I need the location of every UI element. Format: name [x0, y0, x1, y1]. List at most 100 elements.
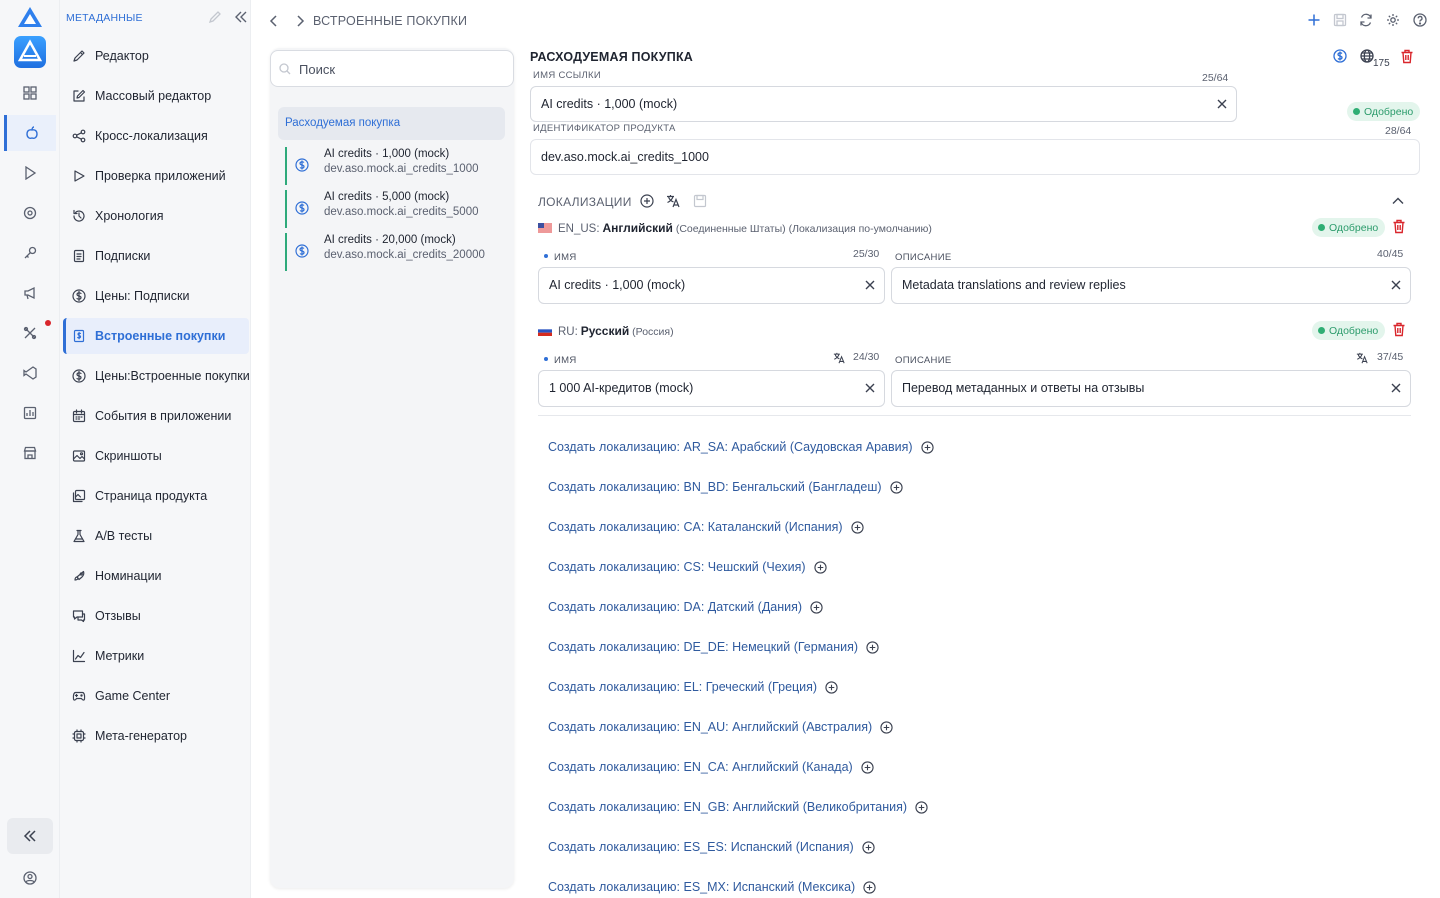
- sidebar-item-18[interactable]: Мета-генератор: [63, 718, 249, 754]
- create-localization-link[interactable]: Создать локализацию: AR_SA: Арабский (Са…: [548, 440, 934, 454]
- apps-grid-icon[interactable]: [4, 75, 56, 111]
- app-icon[interactable]: [14, 36, 46, 68]
- list-item[interactable]: AI credits · 5,000 (mock) dev.aso.mock.ai…: [285, 190, 505, 228]
- sidebar-item-label: Редактор: [95, 49, 149, 63]
- refresh-icon[interactable]: [1359, 13, 1373, 27]
- chart-icon: [72, 649, 86, 663]
- create-localization-link[interactable]: Создать локализацию: CA: Каталанский (Ис…: [548, 520, 864, 534]
- clear-icon[interactable]: [864, 279, 876, 291]
- sidebar-item-4[interactable]: Проверка приложений: [63, 158, 249, 194]
- create-localization-link[interactable]: Создать локализацию: EN_CA: Английский (…: [548, 760, 874, 774]
- translate-description-button[interactable]: [1356, 352, 1368, 367]
- sidebar-item-12[interactable]: Страница продукта: [63, 478, 249, 514]
- sidebar-item-7[interactable]: Цены: Подписки: [63, 278, 249, 314]
- price-dollar-icon[interactable]: [1333, 49, 1347, 63]
- google-play-icon[interactable]: [4, 155, 56, 191]
- sidebar-item-14[interactable]: Номинации: [63, 558, 249, 594]
- document-icon: [73, 249, 85, 263]
- save-localizations-icon[interactable]: [693, 194, 707, 208]
- create-localization-link[interactable]: Создать локализацию: DA: Датский (Дания): [548, 600, 823, 614]
- help-icon[interactable]: [1413, 13, 1427, 27]
- delete-trash-icon[interactable]: [1392, 322, 1406, 337]
- translate-icon[interactable]: [666, 194, 680, 208]
- store-icon[interactable]: [4, 435, 56, 471]
- save-icon[interactable]: [1333, 13, 1347, 27]
- key-icon[interactable]: [4, 235, 56, 271]
- plus-circle-icon: [889, 480, 903, 494]
- group-consumable[interactable]: Расходуемая покупка: [278, 107, 505, 140]
- create-localization-link[interactable]: Создать локализацию: ES_ES: Испанский (И…: [548, 840, 875, 854]
- sidebar-title: МЕТАДАННЫЕ: [66, 12, 143, 24]
- locale-name-value: AI credits · 1,000 (mock): [549, 278, 686, 292]
- create-localization-link[interactable]: Создать локализацию: ES_MX: Испанский (М…: [548, 880, 876, 894]
- create-localization-link[interactable]: Создать локализацию: CS: Чешский (Чехия): [548, 560, 827, 574]
- dollar-circle-icon: [72, 289, 86, 303]
- settings-gear-icon[interactable]: [1386, 13, 1400, 27]
- sidebar-item-16[interactable]: Метрики: [63, 638, 249, 674]
- locale-name-field[interactable]: 1 000 AI-кредитов (mock): [538, 370, 885, 407]
- collapse-sidebar-icon[interactable]: [234, 10, 248, 24]
- delete-trash-icon[interactable]: [1392, 219, 1406, 234]
- locale-name-value: 1 000 AI-кредитов (mock): [549, 381, 694, 395]
- vscode-icon[interactable]: [4, 355, 56, 391]
- delete-locale-button[interactable]: [1392, 322, 1406, 340]
- list-item[interactable]: AI credits · 1,000 (mock) dev.aso.mock.ai…: [285, 147, 505, 185]
- edit-icon[interactable]: [208, 10, 222, 24]
- sidebar-item-2[interactable]: Массовый редактор: [63, 78, 249, 114]
- list-item[interactable]: AI credits · 20,000 (mock) dev.aso.mock.a…: [285, 233, 505, 271]
- globe-icon[interactable]: [1360, 49, 1374, 63]
- sidebar-item-3[interactable]: Кросс-локализация: [63, 118, 249, 154]
- clear-icon[interactable]: [1390, 279, 1402, 291]
- create-localization-link[interactable]: Создать локализацию: EN_GB: Английский (…: [548, 800, 928, 814]
- reference-name-field[interactable]: AI credits · 1,000 (mock): [530, 86, 1237, 122]
- locale-name-field[interactable]: AI credits · 1,000 (mock): [538, 267, 885, 304]
- create-localization-link[interactable]: Создать локализацию: EL: Греческий (Грец…: [548, 680, 838, 694]
- locale-description-field[interactable]: Перевод метаданных и ответы на отзывы: [891, 370, 1411, 407]
- sidebar-item-label: Встроенные покупки: [95, 329, 226, 343]
- pencil-icon: [73, 50, 85, 62]
- locale-code: EN_US:: [558, 223, 600, 235]
- sidebar-item-6[interactable]: Подписки: [63, 238, 249, 274]
- double-chevron-left-icon: [23, 830, 36, 842]
- forward-arrow-icon[interactable]: [293, 13, 307, 29]
- plus-circle-icon: [862, 840, 875, 854]
- delete-locale-button[interactable]: [1392, 219, 1406, 237]
- account-icon[interactable]: [4, 860, 56, 896]
- collapse-rail-button[interactable]: [7, 818, 53, 854]
- apple-store-icon[interactable]: [4, 115, 56, 151]
- plus-circle-icon: [915, 800, 928, 814]
- clear-icon[interactable]: [864, 382, 876, 394]
- create-localization-link[interactable]: Создать локализацию: DE_DE: Немецкий (Ге…: [548, 640, 879, 654]
- sidebar-item-17[interactable]: Game Center: [63, 678, 249, 714]
- description-label: ОПИСАНИЕ: [895, 252, 952, 263]
- eye-icon[interactable]: [4, 195, 56, 231]
- sidebar-item-9[interactable]: Цены:Встроенные покупки: [63, 358, 250, 394]
- add-localization-icon[interactable]: [640, 194, 654, 208]
- sidebar-item-11[interactable]: Скриншоты: [63, 438, 249, 474]
- sidebar-item-5[interactable]: Хронология: [63, 198, 249, 234]
- translate-icon[interactable]: [833, 352, 845, 364]
- sidebar-item-13[interactable]: A/B тесты: [63, 518, 249, 554]
- delete-trash-icon[interactable]: [1400, 49, 1414, 64]
- translate-name-button[interactable]: [833, 352, 845, 367]
- search-input[interactable]: [299, 59, 499, 79]
- clear-icon[interactable]: [1390, 382, 1402, 394]
- breadcrumb: ВСТРОЕННЫЕ ПОКУПКИ: [313, 14, 468, 28]
- translate-icon[interactable]: [1356, 352, 1368, 364]
- back-arrow-icon[interactable]: [267, 13, 281, 29]
- sidebar-item-label: A/B тесты: [95, 529, 153, 543]
- create-localization-link[interactable]: Создать локализацию: EN_AU: Английский (…: [548, 720, 893, 734]
- chevron-up-icon[interactable]: [1391, 194, 1405, 208]
- locale-description-field[interactable]: Metadata translations and review replies: [891, 267, 1411, 304]
- sidebar-item-15[interactable]: Отзывы: [63, 598, 249, 634]
- report-icon[interactable]: [4, 395, 56, 431]
- add-icon[interactable]: [1307, 13, 1321, 27]
- create-localization-link[interactable]: Создать локализацию: BN_BD: Бенгальский …: [548, 480, 903, 494]
- sidebar-item-1[interactable]: Редактор: [63, 38, 249, 74]
- plus-circle-icon: [920, 440, 934, 454]
- sidebar-item-8[interactable]: Встроенные покупки: [63, 318, 249, 354]
- clear-icon[interactable]: [1216, 98, 1228, 110]
- megaphone-icon[interactable]: [4, 275, 56, 311]
- gamepad-icon: [72, 691, 86, 701]
- sidebar-item-10[interactable]: События в приложении: [63, 398, 249, 434]
